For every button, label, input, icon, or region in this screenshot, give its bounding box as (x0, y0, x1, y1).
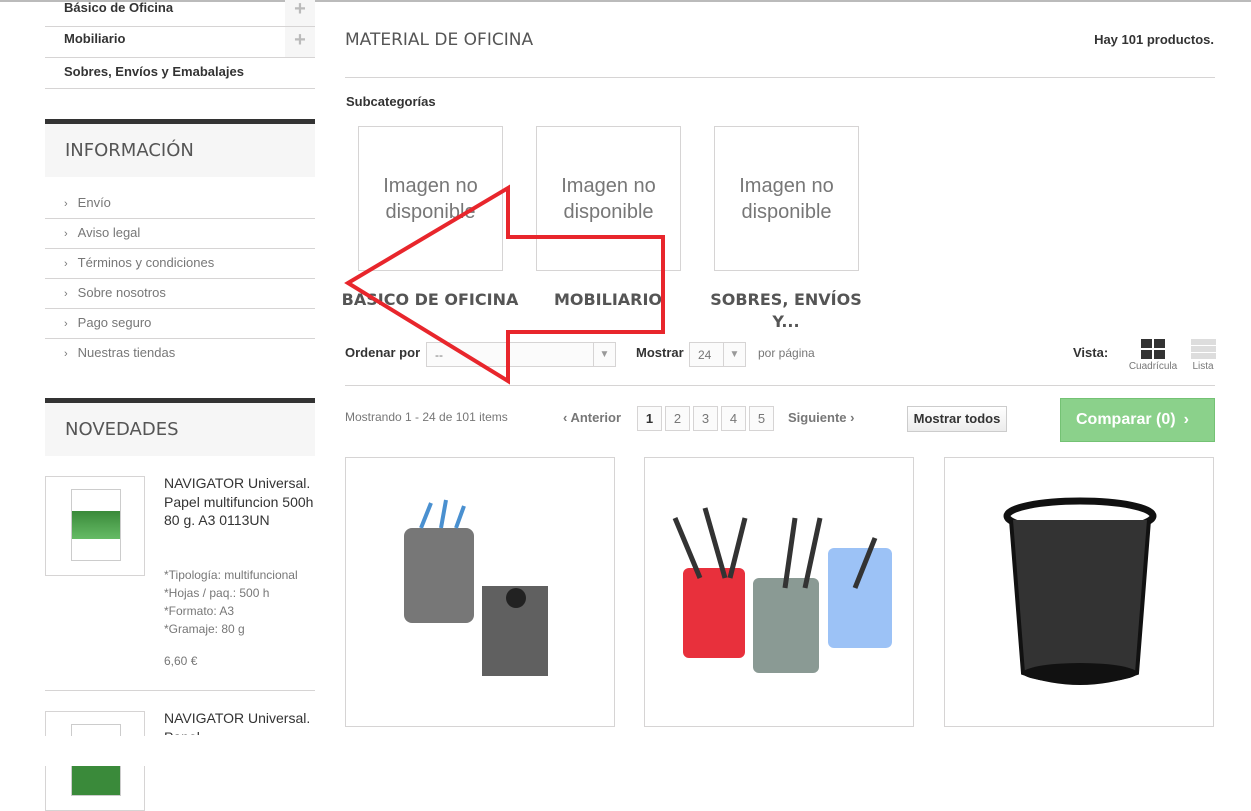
news-product-name[interactable]: NAVIGATOR Universal. Papel (164, 709, 319, 735)
info-link-sobre[interactable]: › Sobre nosotros (45, 279, 315, 309)
grid-icon (1141, 339, 1165, 359)
product-image-clip-holders (404, 499, 548, 676)
product-image-mesh-bin (1003, 497, 1157, 685)
chevron-right-icon: › (64, 348, 68, 360)
show-label: Mostrar (636, 345, 684, 360)
grid-view-label: Cuadrícula (1128, 361, 1178, 372)
page-2[interactable]: 2 (665, 406, 690, 431)
chevron-right-icon: › (846, 410, 855, 425)
divider (45, 690, 315, 691)
compare-button[interactable]: Comparar (0) › (1060, 398, 1215, 442)
sort-label: Ordenar por (345, 345, 421, 360)
product-card[interactable] (345, 457, 615, 727)
price: 6,60 € (164, 654, 198, 668)
dropdown-arrow-icon: ▼ (723, 343, 745, 366)
grid-view-button[interactable]: Cuadrícula (1126, 339, 1180, 372)
page-1[interactable]: 1 (637, 406, 662, 431)
page-5[interactable]: 5 (749, 406, 774, 431)
subcategory-link[interactable]: BÁSICO DE OFICINA (340, 289, 520, 311)
news-heading: NOVEDADES (45, 398, 315, 456)
list-view-label: Lista (1192, 361, 1214, 372)
chevron-right-icon: › (1183, 411, 1189, 428)
page-title: MATERIAL DE OFICINA (345, 30, 534, 50)
info-link-pago[interactable]: › Pago seguro (45, 309, 315, 339)
subcategory-image[interactable]: Imagen no disponible (714, 126, 859, 271)
per-page-select[interactable]: 24 ▼ (689, 342, 746, 367)
sort-select[interactable]: -- ▼ (426, 342, 616, 367)
prev-page-link[interactable]: ‹ Anterior (563, 410, 621, 425)
chevron-right-icon: › (64, 258, 68, 270)
product-image-pencil-cups (672, 507, 892, 673)
expand-plus-icon[interactable]: + (285, 0, 315, 26)
link-label: Envío (77, 195, 111, 210)
info-link-aviso[interactable]: › Aviso legal (45, 219, 315, 249)
page-3[interactable]: 3 (693, 406, 718, 431)
link-label: Nuestras tiendas (77, 345, 176, 360)
divider (345, 77, 1215, 78)
link-label: Sobre nosotros (77, 285, 166, 300)
info-heading: INFORMACIÓN (45, 119, 315, 177)
category-label: Básico de Oficina (64, 0, 174, 15)
chevron-right-icon: › (64, 228, 68, 240)
divider (345, 385, 1215, 386)
compare-label: Comparar (0) (1076, 411, 1176, 428)
sort-value: -- (435, 348, 443, 362)
link-label: Aviso legal (77, 225, 141, 240)
page-4[interactable]: 4 (721, 406, 746, 431)
chevron-right-icon: › (64, 288, 68, 300)
product-thumbnail[interactable] (45, 476, 145, 576)
dropdown-arrow-icon: ▼ (593, 343, 615, 366)
news-product-name[interactable]: NAVIGATOR Universal. Papel multifuncion … (164, 474, 319, 530)
chevron-right-icon: › (64, 198, 68, 210)
subcategory-image[interactable]: Imagen no disponible (358, 126, 503, 271)
info-link-envio[interactable]: › Envío (45, 189, 315, 219)
category-label: Mobiliario (64, 31, 126, 46)
next-label: Siguiente (788, 410, 847, 425)
next-page-link[interactable]: Siguiente › (788, 410, 854, 425)
per-page-value: 24 (698, 348, 712, 362)
product-count: Hay 101 productos. (1094, 32, 1214, 47)
subcategory-link[interactable]: SOBRES, ENVÍOS Y... (696, 289, 876, 333)
chevron-right-icon: › (64, 318, 68, 330)
subcategory-link[interactable]: MOBILIARIO (518, 289, 698, 311)
product-card[interactable] (944, 457, 1214, 727)
category-sobres[interactable]: Sobres, Envíos y Emabalajes (45, 58, 315, 89)
category-mobiliario[interactable]: Mobiliario + (45, 27, 315, 58)
prev-label: Anterior (570, 410, 622, 425)
show-all-button[interactable]: Mostrar todos (907, 406, 1007, 432)
expand-plus-icon[interactable]: + (285, 27, 315, 57)
per-page-label: por página (758, 346, 815, 360)
link-label: Pago seguro (77, 315, 152, 330)
view-label: Vista: (1073, 345, 1109, 360)
link-label: Términos y condiciones (77, 255, 215, 270)
feature: *Formato: A3 (164, 604, 235, 618)
info-link-terminos[interactable]: › Términos y condiciones (45, 249, 315, 279)
product-card[interactable] (644, 457, 914, 727)
bottom-cut (0, 736, 1251, 766)
subcategories-heading: Subcategorías (346, 94, 436, 109)
showing-text: Mostrando 1 - 24 de 101 items (345, 410, 508, 424)
category-label: Sobres, Envíos y Emabalajes (64, 64, 244, 79)
feature: *Tipología: multifuncional (164, 568, 298, 582)
category-basico[interactable]: Básico de Oficina + (45, 0, 315, 27)
list-view-button[interactable]: Lista (1188, 339, 1218, 372)
feature: *Hojas / paq.: 500 h (164, 586, 270, 600)
list-icon (1190, 339, 1216, 359)
subcategory-image[interactable]: Imagen no disponible (536, 126, 681, 271)
feature: *Gramaje: 80 g (164, 622, 245, 636)
info-link-tiendas[interactable]: › Nuestras tiendas (45, 339, 315, 369)
